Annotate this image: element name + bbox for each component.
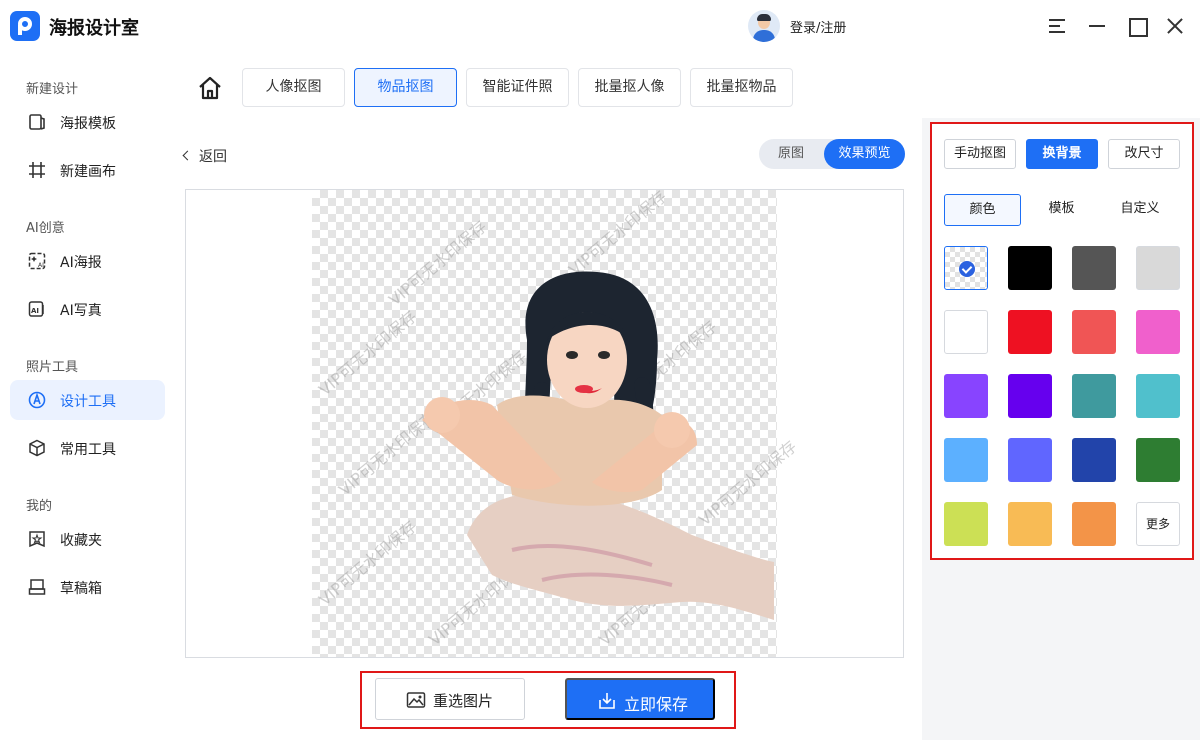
color-swatch[interactable] — [1072, 374, 1116, 418]
save-now-button[interactable]: 立即保存 — [565, 678, 715, 720]
download-icon — [599, 693, 615, 709]
change-background-button[interactable]: 换背景 — [1026, 139, 1098, 169]
sidebar-item-label: 常用工具 — [60, 442, 116, 458]
sidebar-item-favorites[interactable]: 收藏夹 — [10, 519, 165, 559]
menu-icon[interactable] — [1045, 14, 1069, 38]
color-swatch[interactable] — [1072, 438, 1116, 482]
home-icon[interactable] — [196, 74, 224, 102]
check-icon — [959, 261, 975, 277]
view-original-option[interactable]: 原图 — [759, 139, 823, 169]
sidebar-item-label: 设计工具 — [60, 394, 116, 410]
preview-canvas: VIP可无水印保存 VIP可无水印保存 VIP可无水印保存 VIP可无水印保存 … — [185, 189, 904, 658]
subtab-custom[interactable]: 自定义 — [1102, 194, 1178, 226]
color-swatch[interactable] — [944, 310, 988, 354]
login-register-link[interactable]: 登录/注册 — [790, 17, 846, 36]
image-icon — [406, 692, 426, 708]
sidebar-item-design-tools[interactable]: 设计工具 — [10, 380, 165, 420]
color-swatch[interactable] — [1008, 502, 1052, 546]
view-preview-option[interactable]: 效果预览 — [824, 139, 905, 169]
ai-portrait-icon: AI — [28, 301, 44, 317]
section-title-photo-tools: 照片工具 — [26, 360, 79, 375]
tab-portrait-cutout[interactable]: 人像抠图 — [242, 68, 345, 107]
close-icon[interactable] — [1163, 14, 1187, 38]
sidebar-item-ai-portrait[interactable]: AI AI写真 — [10, 289, 165, 329]
design-tool-icon — [28, 391, 46, 409]
cutout-subject-image — [422, 271, 774, 620]
subtab-color[interactable]: 颜色 — [944, 194, 1021, 226]
resize-button[interactable]: 改尺寸 — [1108, 139, 1180, 169]
tab-object-cutout[interactable]: 物品抠图 — [354, 68, 457, 107]
sidebar-item-ai-poster[interactable]: AI AI海报 — [10, 241, 165, 281]
reselect-label: 重选图片 — [433, 693, 494, 710]
swatch-transparent-selected[interactable] — [944, 246, 988, 290]
sidebar-item-label: AI海报 — [60, 255, 102, 271]
hash-canvas-icon — [29, 162, 45, 178]
color-swatch[interactable] — [1008, 310, 1052, 354]
color-swatch[interactable] — [1136, 374, 1180, 418]
back-label: 返回 — [199, 149, 227, 165]
sidebar-item-label: 新建画布 — [60, 164, 116, 180]
section-title-mine: 我的 — [26, 499, 53, 514]
color-swatch[interactable] — [944, 374, 988, 418]
manual-cutout-button[interactable]: 手动抠图 — [944, 139, 1016, 169]
svg-text:AI: AI — [38, 262, 44, 269]
cube-icon — [29, 439, 45, 457]
sidebar-item-label: 收藏夹 — [60, 533, 102, 549]
color-swatch[interactable] — [1072, 310, 1116, 354]
color-swatch[interactable] — [1072, 246, 1116, 290]
sidebar-item-common-tools[interactable]: 常用工具 — [10, 428, 165, 468]
color-swatch[interactable] — [1136, 246, 1180, 290]
poster-template-icon — [29, 114, 45, 130]
color-swatch[interactable] — [1008, 246, 1052, 290]
minimize-icon[interactable] — [1085, 14, 1109, 38]
app-title: 海报设计室 — [49, 18, 139, 39]
sidebar-item-label: 海报模板 — [60, 116, 116, 132]
maximize-icon[interactable] — [1125, 14, 1149, 38]
app-logo-icon — [10, 11, 40, 41]
chevron-left-icon — [182, 150, 193, 161]
color-swatch[interactable] — [1072, 502, 1116, 546]
view-toggle: 原图 效果预览 — [759, 139, 905, 169]
tab-smart-id-photo[interactable]: 智能证件照 — [466, 68, 569, 107]
user-avatar[interactable] — [748, 10, 780, 42]
sidebar-item-new-canvas[interactable]: 新建画布 — [10, 150, 165, 190]
section-title-new-design: 新建设计 — [26, 82, 79, 97]
color-swatch[interactable] — [1008, 374, 1052, 418]
save-label: 立即保存 — [624, 697, 689, 714]
more-colors-button[interactable]: 更多 — [1136, 502, 1180, 546]
color-swatch[interactable] — [1008, 438, 1052, 482]
sidebar-item-label: AI写真 — [60, 303, 102, 319]
sidebar: 新建设计 海报模板 新建画布 AI创意 AI AI海报 AI AI写真 照片工具… — [0, 54, 176, 740]
color-swatch[interactable] — [1136, 310, 1180, 354]
reselect-image-button[interactable]: 重选图片 — [375, 678, 525, 720]
svg-text:AI: AI — [31, 307, 39, 315]
sidebar-item-label: 草稿箱 — [60, 581, 102, 597]
color-swatch[interactable] — [944, 502, 988, 546]
section-title-ai-creative: AI创意 — [26, 221, 65, 236]
tab-batch-object[interactable]: 批量抠物品 — [690, 68, 793, 107]
color-swatch[interactable] — [944, 438, 988, 482]
tab-batch-portrait[interactable]: 批量抠人像 — [578, 68, 681, 107]
sidebar-item-drafts[interactable]: 草稿箱 — [10, 567, 165, 607]
sidebar-item-poster-template[interactable]: 海报模板 — [10, 102, 165, 142]
title-bar: 海报设计室 登录/注册 — [0, 0, 1200, 54]
ai-poster-icon: AI — [28, 252, 46, 270]
subtab-template[interactable]: 模板 — [1024, 194, 1099, 226]
star-folder-icon — [29, 531, 45, 548]
draft-box-icon — [28, 579, 46, 595]
color-swatch[interactable] — [1136, 438, 1180, 482]
back-link[interactable]: 返回 — [182, 146, 227, 166]
